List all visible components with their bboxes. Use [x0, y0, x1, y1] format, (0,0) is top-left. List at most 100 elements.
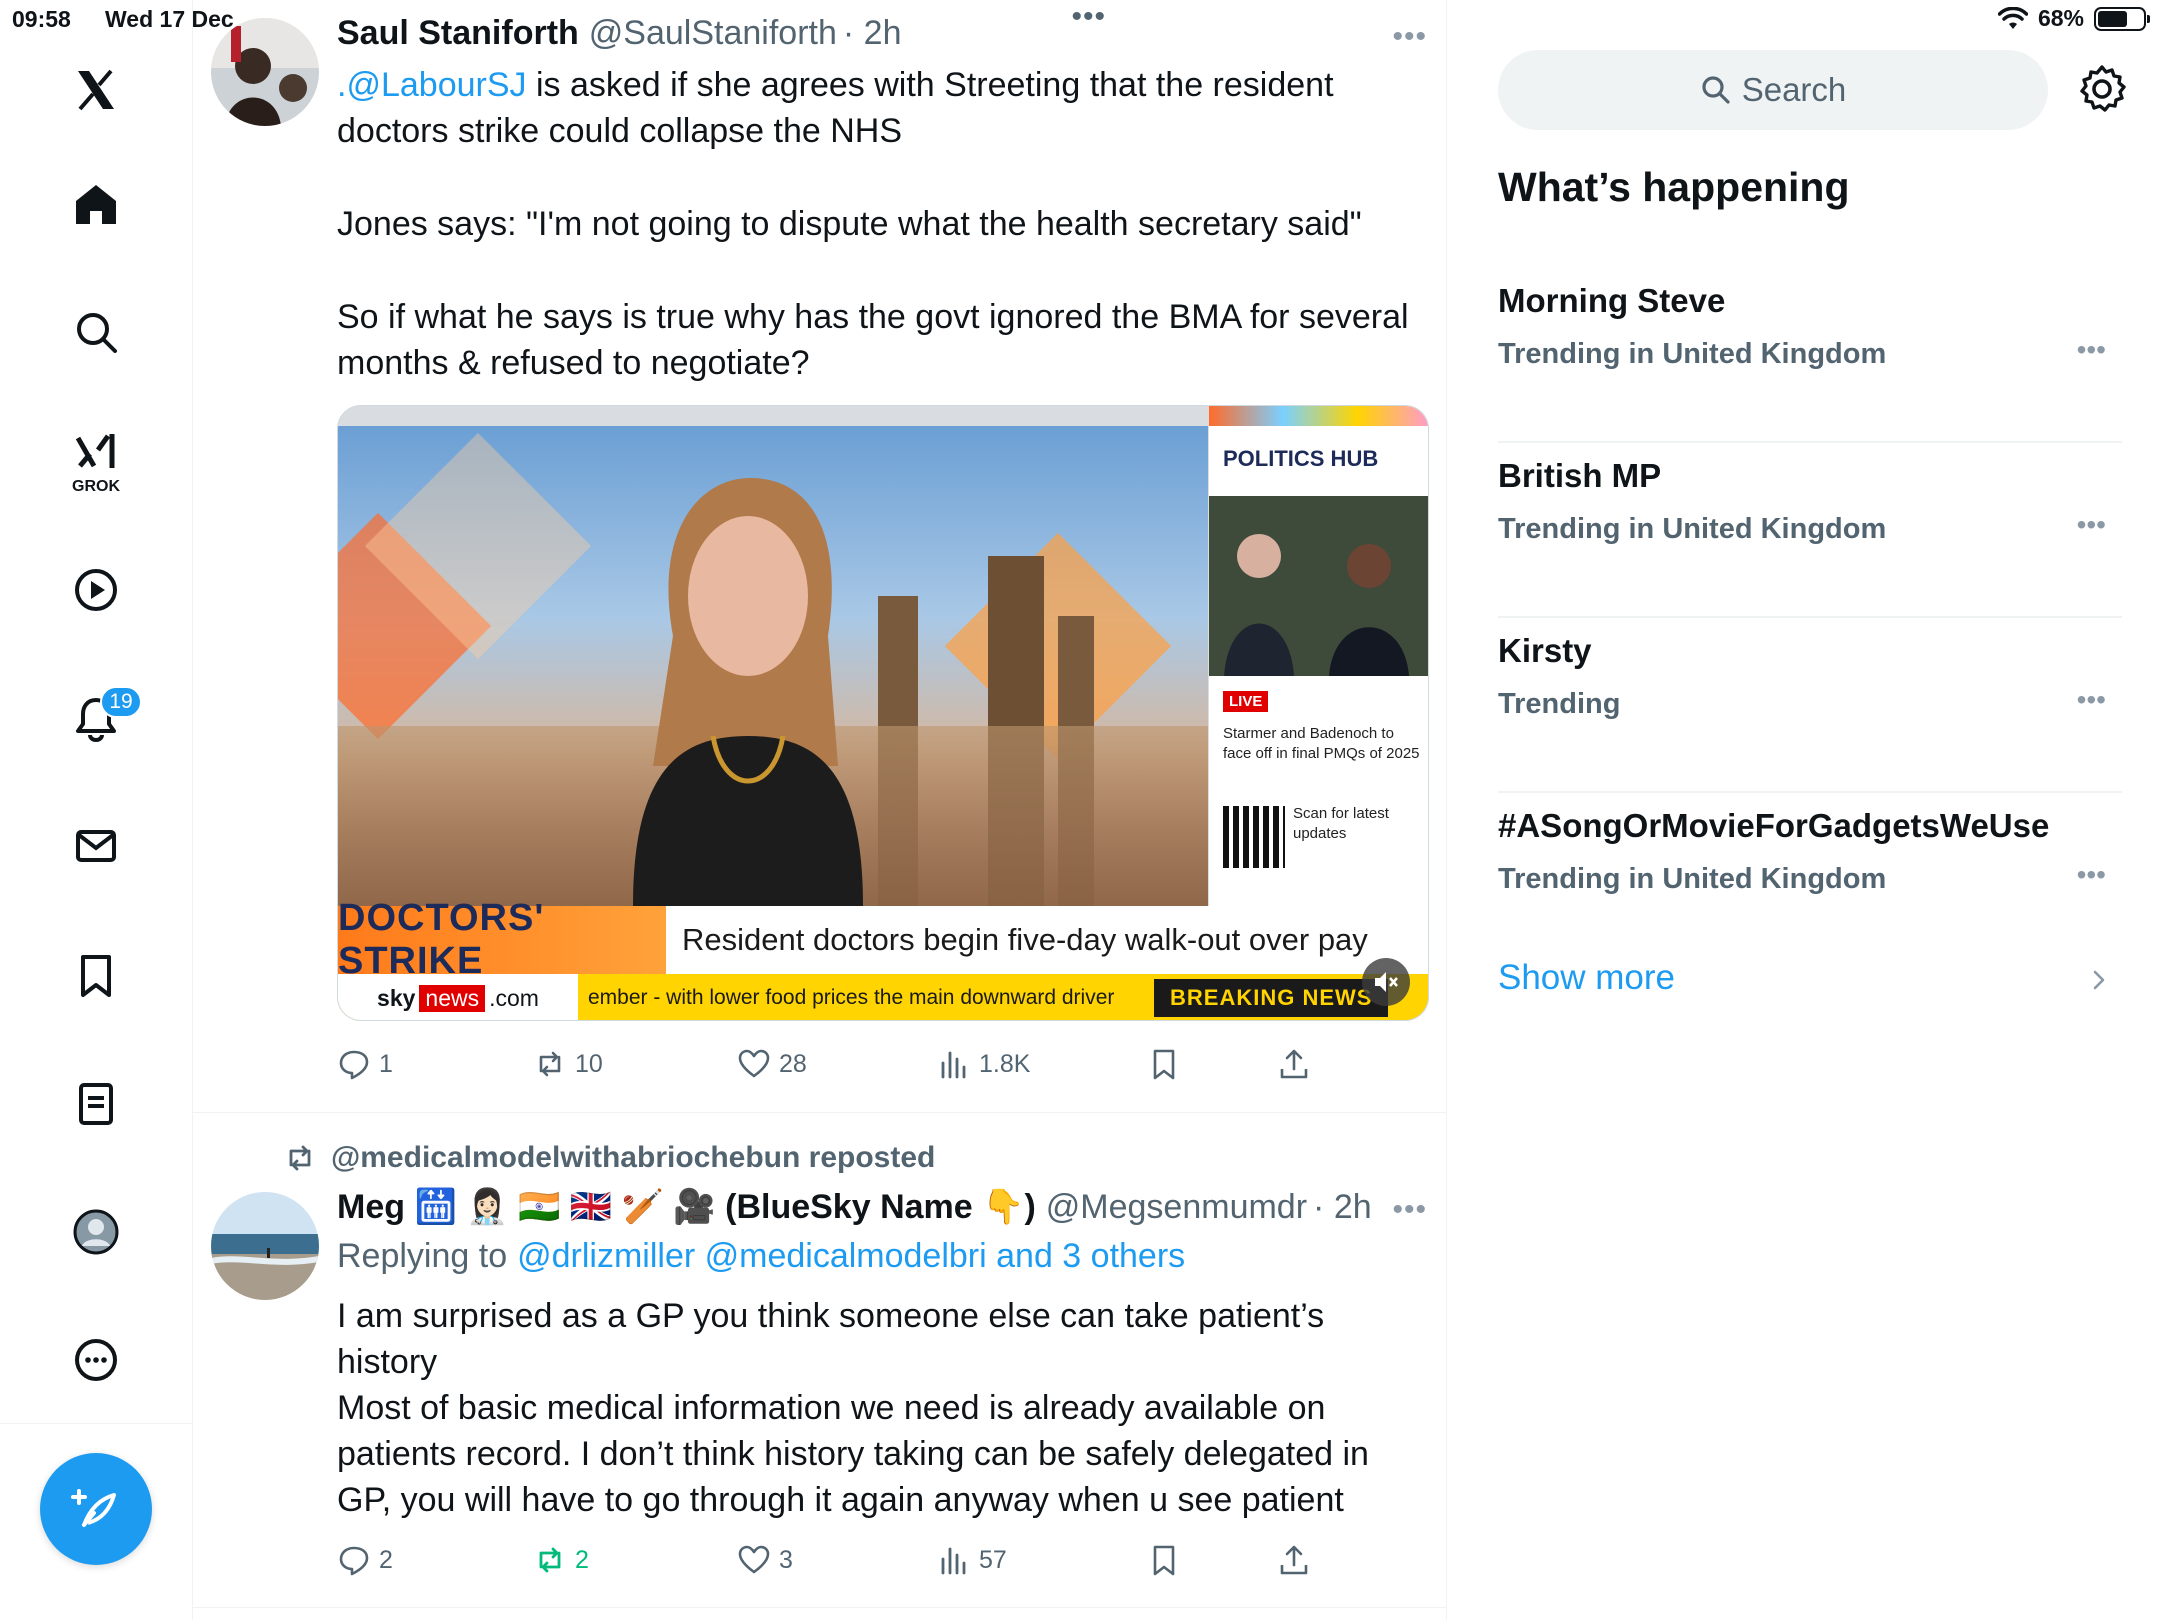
qr-caption: Scan for latest updates: [1293, 805, 1389, 842]
search-input[interactable]: Search: [1498, 50, 2048, 130]
trend-item[interactable]: #ASongOrMovieForGadgetsWeUse Trending in…: [1498, 793, 2122, 968]
share-icon: [1280, 1545, 1308, 1575]
home-icon[interactable]: [64, 172, 128, 236]
video-frame: [338, 426, 1208, 906]
trend-item[interactable]: British MP Trending in United Kingdom ••…: [1498, 443, 2122, 618]
search-icon: [1702, 76, 1730, 104]
trend-name: Morning Steve: [1498, 282, 1726, 319]
author-name[interactable]: Meg 🛗 👩🏻‍⚕️ 🇮🇳 🇬🇧 🏏 🎥 (BlueSky Name 👇): [337, 1187, 1036, 1227]
trend-meta: Trending in United Kingdom: [1498, 863, 1887, 895]
trend-more-icon[interactable]: •••: [2077, 684, 2106, 716]
reply-button[interactable]: 1: [337, 1042, 393, 1086]
video-play-icon[interactable]: [64, 558, 128, 622]
tweet-text: .@LabourSJ is asked if she agrees with S…: [337, 62, 1417, 154]
trend-meta: Trending in United Kingdom: [1498, 338, 1887, 370]
heart-icon: [738, 1049, 770, 1078]
repost-context[interactable]: @medicalmodelwithabriochebun reposted: [283, 1141, 935, 1175]
gear-icon[interactable]: [2076, 63, 2128, 115]
views-button[interactable]: 1.8K: [937, 1042, 1030, 1086]
author-handle[interactable]: @Megsenmumdr: [1046, 1188, 1307, 1227]
share-button[interactable]: [1277, 1042, 1311, 1086]
politics-hub-panel: POLITICS HUB LIVE Starmer and Badenoch t…: [1208, 406, 1428, 906]
sky-news-logo: sky news .com: [338, 974, 578, 1020]
tweet-time[interactable]: · 2h: [843, 14, 902, 53]
hub-photo: [1209, 496, 1428, 676]
trend-item[interactable]: Kirsty Trending •••: [1498, 618, 2122, 793]
trend-more-icon[interactable]: •••: [2077, 859, 2106, 891]
tweet-meg[interactable]: @medicalmodelwithabriochebun reposted Me…: [193, 1113, 1447, 1607]
reply-count: 1: [379, 1049, 393, 1078]
profile-avatar-icon[interactable]: [64, 1200, 128, 1264]
views-count: 57: [979, 1545, 1007, 1574]
reply-icon: [339, 1050, 369, 1080]
section-title: What’s happening: [1498, 164, 1850, 210]
chevron-right-icon[interactable]: [2088, 962, 2112, 998]
messages-envelope-icon[interactable]: [64, 814, 128, 878]
trend-name: British MP: [1498, 457, 1662, 494]
hub-title: POLITICS HUB: [1223, 446, 1379, 471]
presenter-figure: [633, 477, 863, 906]
tweet-text-p3: So if what he says is true why has the g…: [337, 298, 1419, 382]
author-handle[interactable]: @SaulStaniforth: [589, 14, 837, 53]
grok-icon[interactable]: [64, 420, 128, 484]
replying-label: Replying to: [337, 1237, 508, 1275]
show-more-link[interactable]: Show more: [1498, 958, 1675, 998]
lists-icon[interactable]: [64, 1072, 128, 1136]
trend-more-icon[interactable]: •••: [2077, 334, 2106, 366]
more-circle-icon[interactable]: [64, 1328, 128, 1392]
bookmark-button[interactable]: [1147, 1042, 1181, 1086]
repost-count: 10: [575, 1049, 603, 1078]
nav-divider: [0, 1423, 193, 1424]
views-chart-icon: [941, 1051, 966, 1079]
author-name[interactable]: Saul Staniforth: [337, 14, 579, 53]
reply-button[interactable]: 2: [337, 1538, 393, 1582]
avatar[interactable]: [211, 18, 319, 126]
compose-post-button[interactable]: [40, 1453, 152, 1565]
tweet-more-icon[interactable]: •••: [1392, 1193, 1427, 1227]
trend-meta: Trending in United Kingdom: [1498, 513, 1887, 545]
trend-name: Kirsty: [1498, 632, 1592, 669]
bookmark-icon: [1153, 1545, 1175, 1576]
repost-button[interactable]: 10: [533, 1042, 603, 1086]
ticker-text: ember - with lower food prices the main …: [588, 986, 1115, 1009]
replying-to-links[interactable]: @drlizmiller @medicalmodelbri and 3 othe…: [517, 1237, 1185, 1276]
repost-button[interactable]: 2: [533, 1538, 589, 1582]
share-button[interactable]: [1277, 1538, 1311, 1582]
avatar[interactable]: [211, 1192, 319, 1300]
replying-to: Replying to @drlizmiller @medicalmodelbr…: [337, 1237, 1185, 1276]
bookmark-button[interactable]: [1147, 1538, 1181, 1582]
search-nav-icon[interactable]: [64, 300, 128, 364]
compose-feather-icon: [71, 1489, 116, 1527]
views-button[interactable]: 57: [937, 1538, 1007, 1582]
left-nav: GROK 19: [0, 0, 193, 1620]
repost-icon: [539, 1547, 561, 1573]
repost-count: 2: [575, 1545, 589, 1574]
x-logo-icon[interactable]: [64, 58, 128, 122]
trend-item[interactable]: Morning Steve Trending in United Kingdom…: [1498, 268, 2122, 443]
timeline: ••• Saul Staniforth @SaulStaniforth · 2h…: [193, 0, 1447, 1620]
tweet-actions: 1 10 28 1.8K: [337, 1042, 1337, 1086]
like-button[interactable]: 3: [737, 1538, 793, 1582]
views-chart-icon: [941, 1547, 966, 1575]
trend-meta: Trending: [1498, 688, 1621, 720]
tweet-time[interactable]: · 2h: [1313, 1188, 1372, 1227]
breaking-news-label: BREAKING NEWS: [1154, 979, 1389, 1017]
right-sidebar: Search What’s happening Morning Steve Tr…: [1448, 0, 2160, 1620]
mention-link[interactable]: .@LabourSJ: [337, 66, 527, 104]
tweet-video[interactable]: POLITICS HUB LIVE Starmer and Badenoch t…: [337, 405, 1429, 1021]
trend-name: #ASongOrMovieForGadgetsWeUse: [1498, 807, 2050, 844]
tweet-separator: [193, 1607, 1447, 1608]
like-button[interactable]: 28: [737, 1042, 807, 1086]
dotcom-word: .com: [489, 984, 539, 1011]
hub-headline: Starmer and Badenoch to face off in fina…: [1223, 725, 1420, 762]
reply-count: 2: [379, 1545, 393, 1574]
strike-label: DOCTORS' STRIKE: [338, 897, 666, 982]
like-count: 28: [779, 1049, 807, 1078]
tweet-saul-staniforth[interactable]: Saul Staniforth @SaulStaniforth · 2h •••…: [193, 0, 1447, 1112]
bookmarks-icon[interactable]: [64, 944, 128, 1008]
tweet-more-icon[interactable]: •••: [1392, 20, 1427, 54]
strike-headline: Resident doctors begin five-day walk-out…: [682, 922, 1368, 957]
reply-icon: [339, 1546, 369, 1576]
trend-more-icon[interactable]: •••: [2077, 509, 2106, 541]
mute-button[interactable]: [1362, 958, 1410, 1006]
